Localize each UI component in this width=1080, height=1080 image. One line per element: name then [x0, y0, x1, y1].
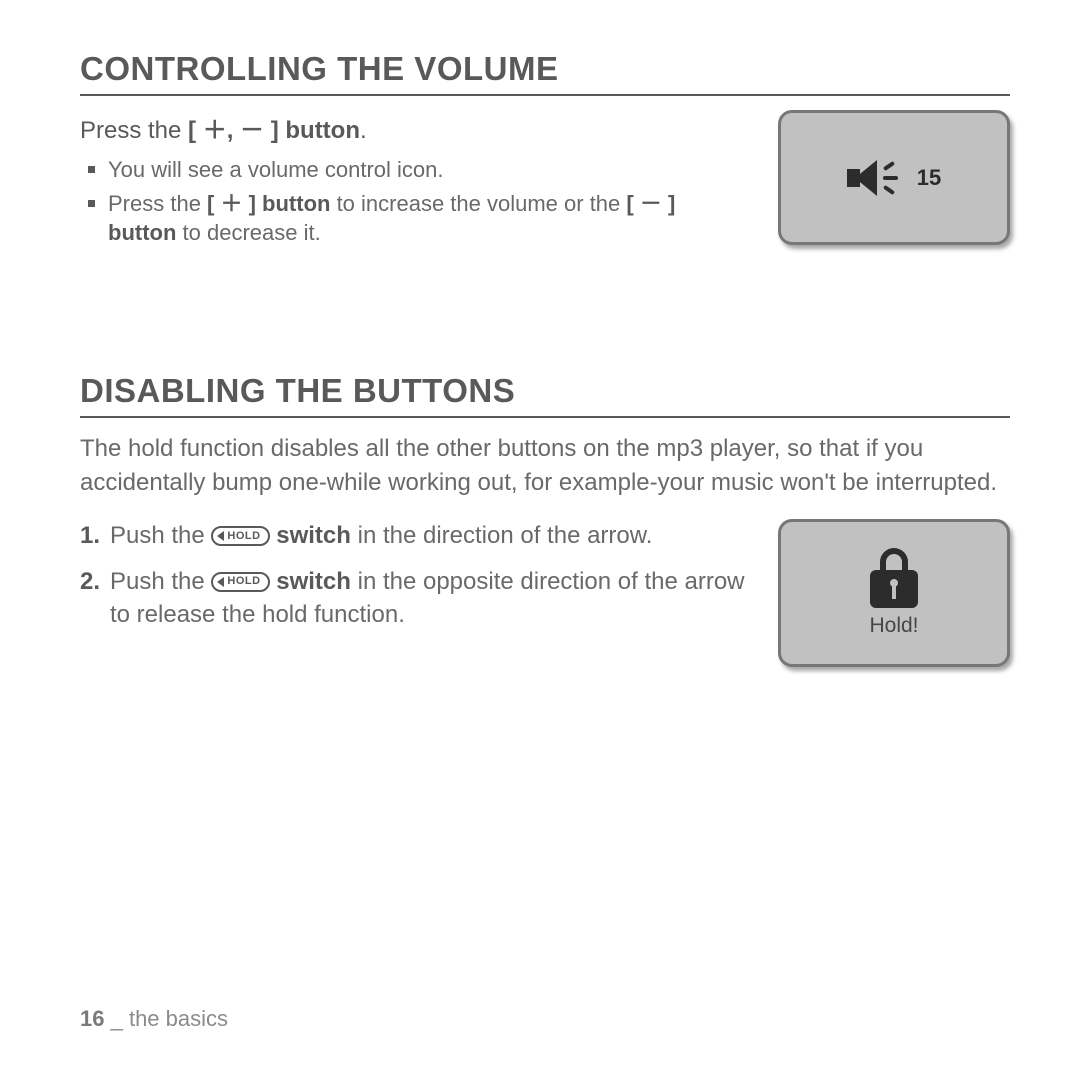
footer-section-name: the basics: [129, 1006, 228, 1031]
volume-screen-illustration: 15: [778, 110, 1010, 245]
hold-screen-illustration: Hold!: [778, 519, 1010, 667]
text: to decrease it.: [176, 220, 320, 245]
page-footer: 16 _ the basics: [80, 1006, 228, 1032]
button-ref-plus-minus: [ ＋, － ] button: [188, 117, 360, 144]
volume-value: 15: [917, 165, 941, 191]
hold-switch-icon: HOLD: [211, 572, 269, 592]
volume-intro: Press the [ ＋, － ] button.: [80, 110, 748, 145]
footer-separator: _: [104, 1006, 128, 1031]
speaker-icon: [847, 156, 903, 200]
text: Push the: [110, 522, 211, 549]
arrow-left-icon: [217, 577, 224, 587]
hold-switch-icon: HOLD: [211, 526, 269, 546]
bullet-item: You will see a volume control icon.: [88, 155, 748, 185]
hold-screen-label: Hold!: [869, 614, 918, 638]
button-ref-plus: [ ＋ ] button: [207, 191, 330, 216]
heading-disable-buttons: DISABLING THE BUTTONS: [80, 372, 1010, 418]
text-bold: switch: [276, 568, 351, 595]
step-item: Push the HOLD switch in the direction of…: [80, 519, 748, 553]
text: Push the: [110, 568, 211, 595]
heading-volume: CONTROLLING THE VOLUME: [80, 50, 1010, 96]
step-item: Push the HOLD switch in the opposite dir…: [80, 565, 748, 632]
page-number: 16: [80, 1006, 104, 1031]
hold-label: HOLD: [227, 574, 260, 589]
text: Press the: [108, 191, 207, 216]
hold-label: HOLD: [227, 529, 260, 544]
lock-icon: [866, 548, 922, 608]
text: .: [360, 117, 367, 144]
arrow-left-icon: [217, 531, 224, 541]
text: to increase the volume or the: [330, 191, 626, 216]
bullet-item: Press the [ ＋ ] button to increase the v…: [88, 189, 748, 248]
text: Press the: [80, 117, 188, 144]
text-bold: switch: [276, 522, 351, 549]
text: in the direction of the arrow.: [351, 522, 653, 549]
disable-buttons-intro: The hold function disables all the other…: [80, 432, 1010, 499]
